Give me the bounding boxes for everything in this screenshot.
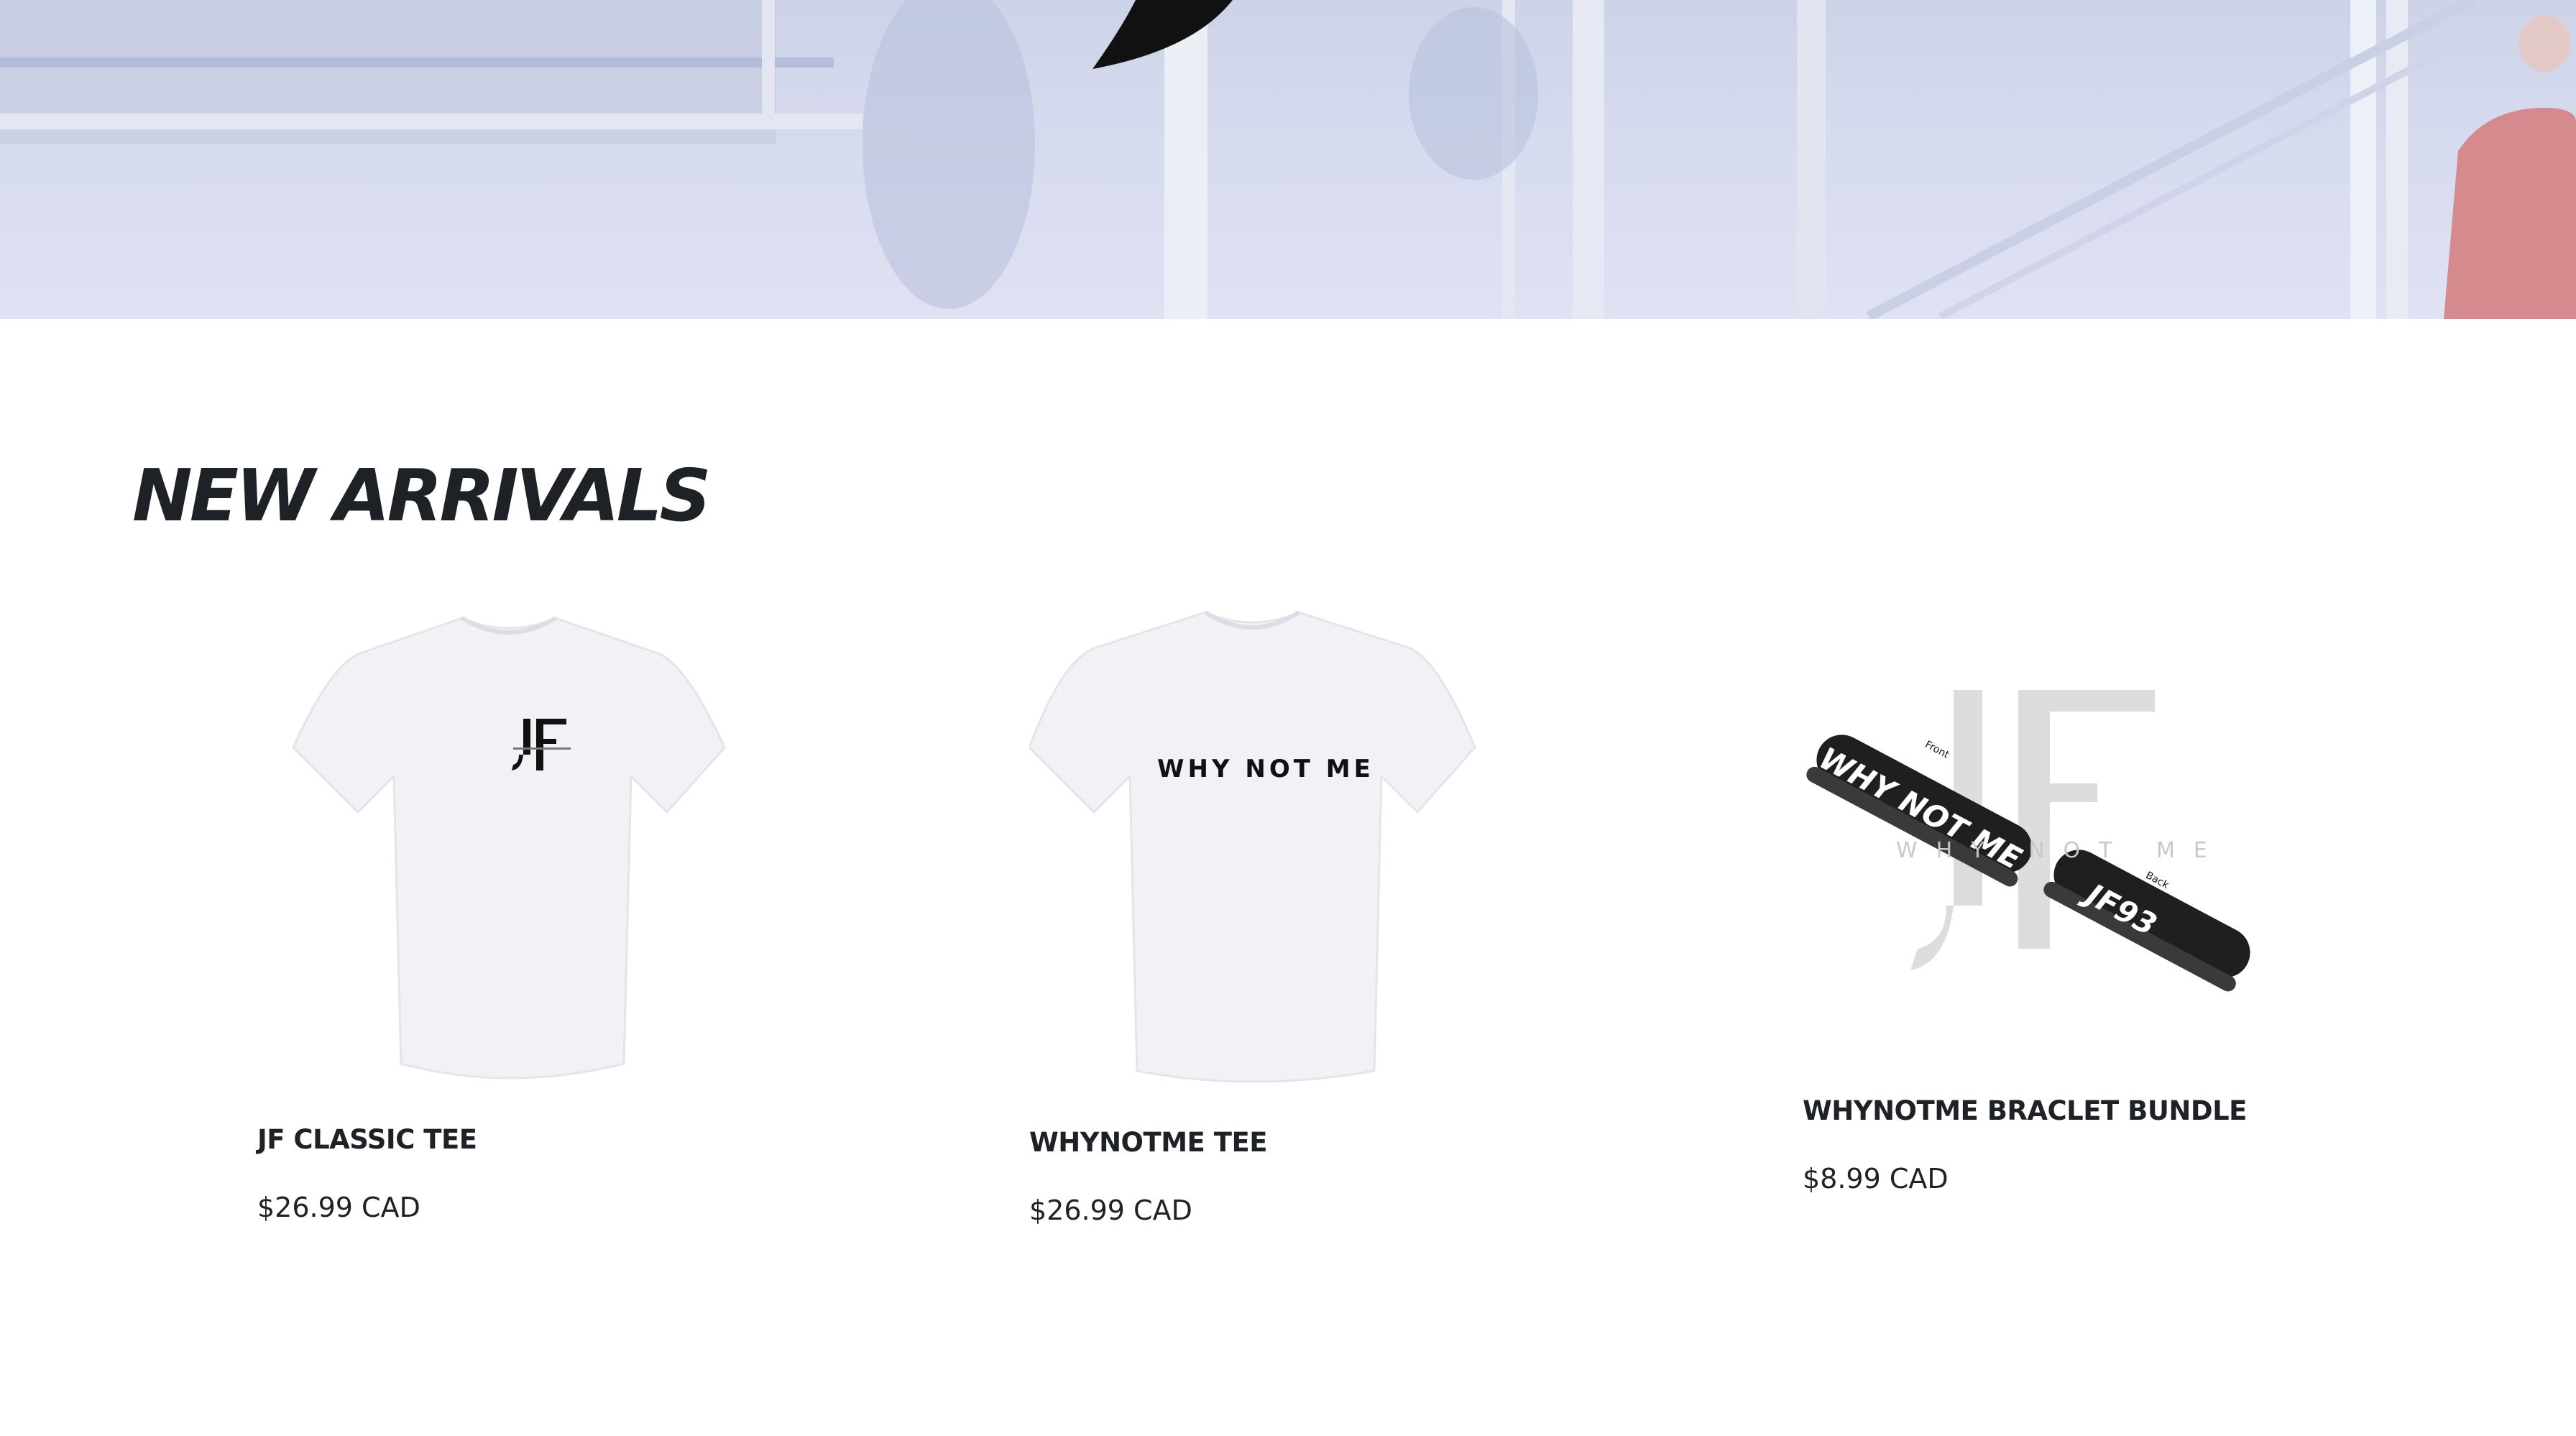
product-name[interactable]: JF CLASSIC TEE bbox=[257, 1124, 477, 1155]
watermark-text: WHY NOT ME bbox=[1896, 838, 2226, 863]
product-card[interactable]: WHY NOT ME WHYNOTME TEE $26.99 CAD bbox=[1028, 604, 1532, 1243]
product-card[interactable]: JF CLASSIC TEE $26.99 CAD bbox=[257, 604, 760, 1243]
product-name[interactable]: WHYNOTME BRACLET BUNDLE bbox=[1803, 1095, 2247, 1126]
tshirt-image bbox=[292, 616, 726, 1080]
section-title: NEW ARRIVALS bbox=[132, 454, 711, 538]
product-name[interactable]: WHYNOTME TEE bbox=[1029, 1127, 1268, 1158]
product-image[interactable]: WHY NOT ME JF93 Front Back WHY NOT ME bbox=[1803, 632, 2306, 1064]
product-price: $8.99 CAD bbox=[1803, 1163, 1949, 1195]
product-image[interactable]: WHY NOT ME bbox=[1028, 604, 1532, 1107]
page: NEW ARRIVALS JF CLASSIC TEE $26.99 CAD W… bbox=[0, 0, 2576, 1436]
product-image[interactable] bbox=[257, 604, 760, 1107]
tshirt-image bbox=[1028, 610, 1476, 1083]
product-card[interactable]: WHY NOT ME JF93 Front Back WHY NOT ME WH… bbox=[1803, 632, 2306, 1243]
product-price: $26.99 CAD bbox=[257, 1192, 420, 1223]
hero-banner bbox=[0, 0, 2576, 319]
product-price: $26.99 CAD bbox=[1029, 1195, 1192, 1226]
hero-background-image bbox=[0, 0, 2576, 319]
shirt-print-text: WHY NOT ME bbox=[1157, 755, 1374, 783]
